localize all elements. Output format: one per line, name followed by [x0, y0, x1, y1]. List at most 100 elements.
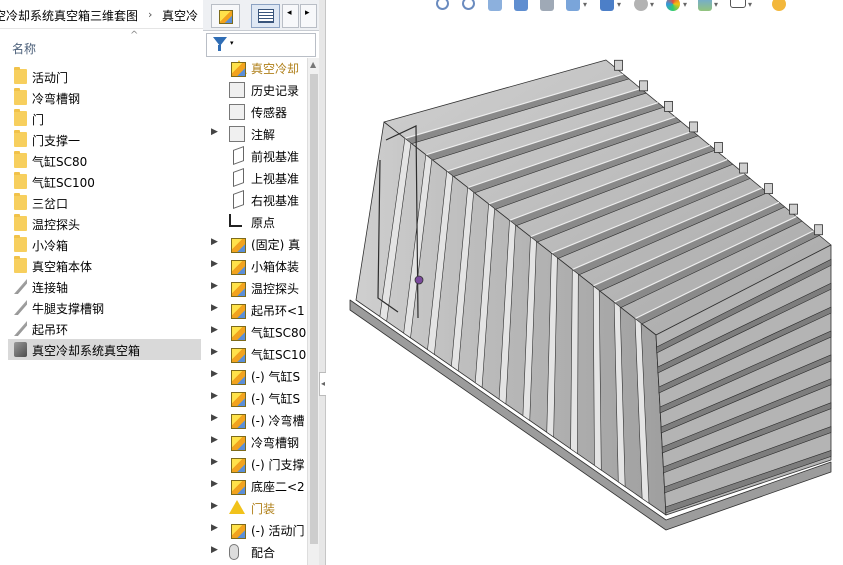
lifting-lug: [664, 100, 673, 112]
tree-item[interactable]: ▶ (-) 冷弯槽: [203, 409, 307, 431]
tree-item-label: (-) 气缸S: [251, 392, 301, 406]
item-label: 真空冷却系统真空箱: [32, 344, 141, 358]
tree-item[interactable]: ▶ (固定) 真: [203, 233, 307, 255]
expand-arrow-icon[interactable]: ▶: [211, 435, 218, 445]
tree-item[interactable]: ▶ 门装: [203, 497, 307, 519]
scrollbar-thumb[interactable]: [310, 74, 318, 544]
expand-arrow-icon[interactable]: ▶: [211, 479, 218, 489]
graphics-area[interactable]: ▾ ▾ ▾ ▾ ▾ ▾: [326, 0, 843, 565]
expand-arrow-icon[interactable]: ▶: [211, 303, 218, 313]
item-label: 连接轴: [32, 281, 69, 295]
folder-item[interactable]: 冷弯槽钢: [8, 87, 201, 108]
expand-arrow-icon[interactable]: ▶: [211, 237, 218, 247]
folder-icon: [14, 193, 27, 210]
expand-arrow-icon[interactable]: ▶: [211, 501, 218, 511]
feature-manager-panel: ◂ ▸ ▾ 真空冷却 历史记录 传感器 ▶ 注解 前视基准 上视基准右视基准原点 ▶ (固定) …: [203, 0, 320, 565]
expand-arrow-icon[interactable]: ▶: [211, 259, 218, 269]
folder-item[interactable]: 气缸SC100: [8, 171, 201, 192]
tree-root-item[interactable]: 真空冷却: [203, 57, 307, 79]
file-item[interactable]: 牛腿支撑槽钢: [8, 297, 201, 318]
tree-item[interactable]: ▶ (-) 门支撑: [203, 453, 307, 475]
item-label: 小冷箱: [32, 239, 69, 253]
lifting-lug: [639, 80, 648, 92]
folder-item[interactable]: 小冷箱: [8, 234, 201, 255]
tree-item[interactable]: 上视基准: [203, 167, 307, 189]
file-item[interactable]: 连接轴: [8, 276, 201, 297]
expand-arrow-icon[interactable]: ▶: [211, 523, 218, 533]
panel-splitter[interactable]: ◂: [319, 0, 327, 565]
folder-item[interactable]: 气缸SC80: [8, 150, 201, 171]
folder-item[interactable]: 门支撑一: [8, 129, 201, 150]
component-icon: [231, 282, 246, 297]
folder-item[interactable]: 门: [8, 108, 201, 129]
expand-arrow-icon[interactable]: ▶: [211, 391, 218, 401]
tree-item[interactable]: ▶ 温控探头: [203, 277, 307, 299]
tree-item-label: 冷弯槽钢: [251, 436, 300, 450]
item-label: 活动门: [32, 71, 69, 85]
column-name-label[interactable]: 名称: [12, 40, 36, 57]
tree-item[interactable]: ▶ 小箱体装: [203, 255, 307, 277]
tree-item[interactable]: ▶ (-) 气缸S: [203, 387, 307, 409]
tab-feature-manager[interactable]: [251, 4, 280, 28]
tab-scroll-left[interactable]: ◂: [282, 4, 299, 28]
tree-item-label: 小箱体装: [251, 260, 300, 274]
history-icon: [229, 82, 245, 98]
dropdown-caret-icon: ▾: [230, 39, 234, 47]
tree-item[interactable]: ▶ 冷弯槽钢: [203, 431, 307, 453]
tree-item[interactable]: 前视基准: [203, 145, 307, 167]
expand-arrow-icon[interactable]: ▶: [211, 281, 218, 291]
breadcrumb-item[interactable]: 真空冷: [162, 7, 198, 24]
component-icon: [231, 304, 246, 319]
expand-arrow-icon[interactable]: ▶: [211, 457, 218, 467]
component-icon: [231, 458, 246, 473]
lifting-lug: [714, 142, 723, 153]
expand-arrow-icon[interactable]: ▶: [211, 413, 218, 423]
tree-item[interactable]: ▶ (-) 气缸S: [203, 365, 307, 387]
sensor-icon: [229, 104, 245, 120]
tree-item[interactable]: ▶ 底座二<2: [203, 475, 307, 497]
tree-filter[interactable]: ▾: [206, 33, 316, 57]
component-icon: [231, 480, 246, 495]
expand-arrow-icon[interactable]: ▶: [211, 127, 218, 137]
item-label: 门: [32, 113, 45, 127]
breadcrumb-item[interactable]: 空冷却系统真空箱三维套图: [0, 7, 138, 24]
tree-item[interactable]: ▶ 气缸SC10: [203, 343, 307, 365]
component-icon: [231, 238, 246, 253]
folder-item[interactable]: 三岔口: [8, 192, 201, 213]
tree-item[interactable]: ▶ 配合: [203, 541, 307, 563]
tree-item-label: (-) 门支撑: [251, 458, 305, 472]
component-icon: [231, 414, 246, 429]
tree-item-label: 右视基准: [251, 194, 300, 208]
tree-list-icon: [258, 9, 274, 23]
breadcrumb[interactable]: 空冷却系统真空箱三维套图 › 真空冷: [0, 0, 203, 29]
tree-item[interactable]: ▶ (-) 活动门: [203, 519, 307, 541]
column-header[interactable]: ^ 名称: [0, 28, 203, 64]
tree-item-label: (-) 冷弯槽: [251, 414, 305, 428]
expand-arrow-icon[interactable]: ▶: [211, 545, 218, 555]
tree-item[interactable]: ▶ 起吊环<1: [203, 299, 307, 321]
scroll-up-icon[interactable]: ▲: [310, 60, 316, 69]
file-item[interactable]: 真空冷却系统真空箱: [8, 339, 201, 360]
tree-item[interactable]: 原点: [203, 211, 307, 233]
tree-item-label: (-) 活动门: [251, 524, 305, 538]
folder-item[interactable]: 真空箱本体: [8, 255, 201, 276]
tree-item[interactable]: 传感器: [203, 101, 307, 123]
tree-item[interactable]: ▶ 气缸SC80: [203, 321, 307, 343]
folder-item[interactable]: 活动门: [8, 66, 201, 87]
tab-component-config[interactable]: [211, 4, 240, 28]
folder-item[interactable]: 温控探头: [8, 213, 201, 234]
tree-item[interactable]: 右视基准: [203, 189, 307, 211]
tree-item[interactable]: 历史记录: [203, 79, 307, 101]
tree-item-label: 门装: [251, 502, 276, 516]
expand-arrow-icon[interactable]: ▶: [211, 325, 218, 335]
file-item[interactable]: 起吊环: [8, 318, 201, 339]
tab-scroll-right[interactable]: ▸: [300, 4, 317, 28]
sort-chevron-icon: ^: [130, 30, 139, 41]
expand-arrow-icon[interactable]: ▶: [211, 369, 218, 379]
tree-item-label: 温控探头: [251, 282, 300, 296]
file-explorer-panel: 空冷却系统真空箱三维套图 › 真空冷 ^ 名称 活动门 冷弯槽钢门门支撑一 气缸SC…: [0, 0, 204, 565]
vacuum-box-3d-model[interactable]: [326, 0, 843, 565]
tree-item[interactable]: ▶ 注解: [203, 123, 307, 145]
item-label: 冷弯槽钢: [32, 92, 81, 106]
expand-arrow-icon[interactable]: ▶: [211, 347, 218, 357]
